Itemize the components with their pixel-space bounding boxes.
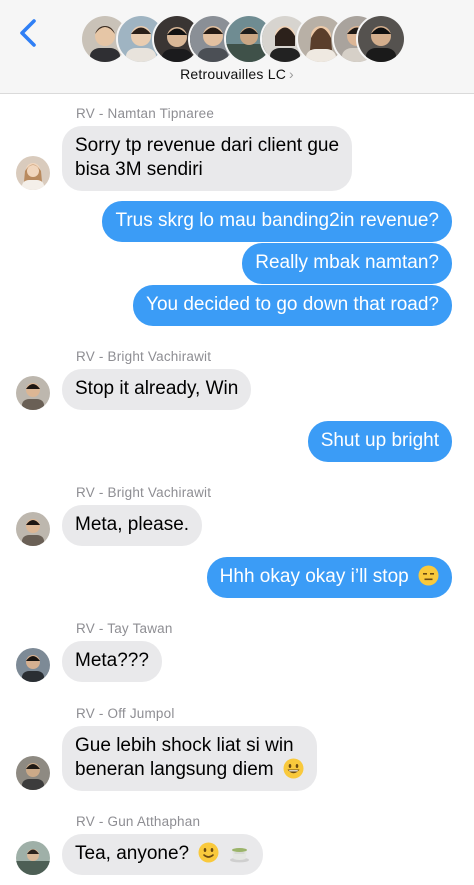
message-bubble[interactable]: Tea, anyone? — [62, 834, 263, 875]
slightly-smiling-face-emoji — [198, 842, 219, 863]
sender-name: RV - Bright Vachirawit — [76, 349, 212, 364]
message-bubble[interactable]: Meta??? — [62, 641, 162, 682]
message-bubble[interactable]: Stop it already, Win — [62, 369, 252, 410]
message-line: Sorry tp revenue dari client gue — [75, 135, 340, 156]
chevron-left-icon[interactable] — [14, 16, 44, 50]
grinning-face-emoji — [283, 758, 304, 779]
sender-name: RV - Bright Vachirawit — [76, 485, 212, 500]
message-bubble-outgoing[interactable]: Really mbak namtan? — [242, 243, 452, 284]
message-line: Gue lebih shock liat si win — [75, 735, 294, 756]
avatar — [16, 756, 50, 790]
avatar — [16, 156, 50, 190]
message-text: Hhh okay okay i’ll stop — [219, 566, 409, 587]
avatar — [16, 376, 50, 410]
group-name-label: Retrouvailles LC — [180, 66, 287, 82]
message-text: Tea, anyone? — [75, 843, 190, 864]
message-bubble[interactable]: Sorry tp revenue dari client gue bisa 3M… — [62, 126, 353, 191]
avatar — [16, 648, 50, 682]
chevron-right-icon: › — [289, 66, 294, 82]
chat-header: Retrouvailles LC › — [0, 0, 474, 94]
message-bubble-outgoing[interactable]: You decided to go down that road? — [133, 285, 452, 326]
teacup-emoji — [229, 842, 250, 863]
sender-name: RV - Namtan Tipnaree — [76, 106, 215, 121]
message-line: beneran langsung diem — [75, 759, 274, 780]
message-line: bisa 3M sendiri — [75, 159, 203, 180]
message-bubble-outgoing[interactable]: Hhh okay okay i’ll stop — [206, 557, 452, 598]
message-bubble[interactable]: Gue lebih shock liat si win beneran lang… — [62, 726, 317, 791]
expressionless-face-emoji — [418, 565, 439, 586]
message-bubble[interactable]: Meta, please. — [62, 505, 203, 546]
message-bubble-outgoing[interactable]: Trus skrg lo mau banding2in revenue? — [102, 201, 452, 242]
group-avatar — [356, 14, 406, 64]
group-name[interactable]: Retrouvailles LC › — [0, 66, 474, 82]
message-bubble-outgoing[interactable]: Shut up bright — [307, 421, 452, 462]
avatar — [16, 512, 50, 546]
sender-name: RV - Tay Tawan — [76, 621, 173, 636]
sender-name: RV - Off Jumpol — [76, 706, 175, 721]
sender-name: RV - Gun Atthaphan — [76, 814, 201, 829]
avatar — [16, 841, 50, 875]
group-avatars[interactable] — [80, 14, 406, 64]
